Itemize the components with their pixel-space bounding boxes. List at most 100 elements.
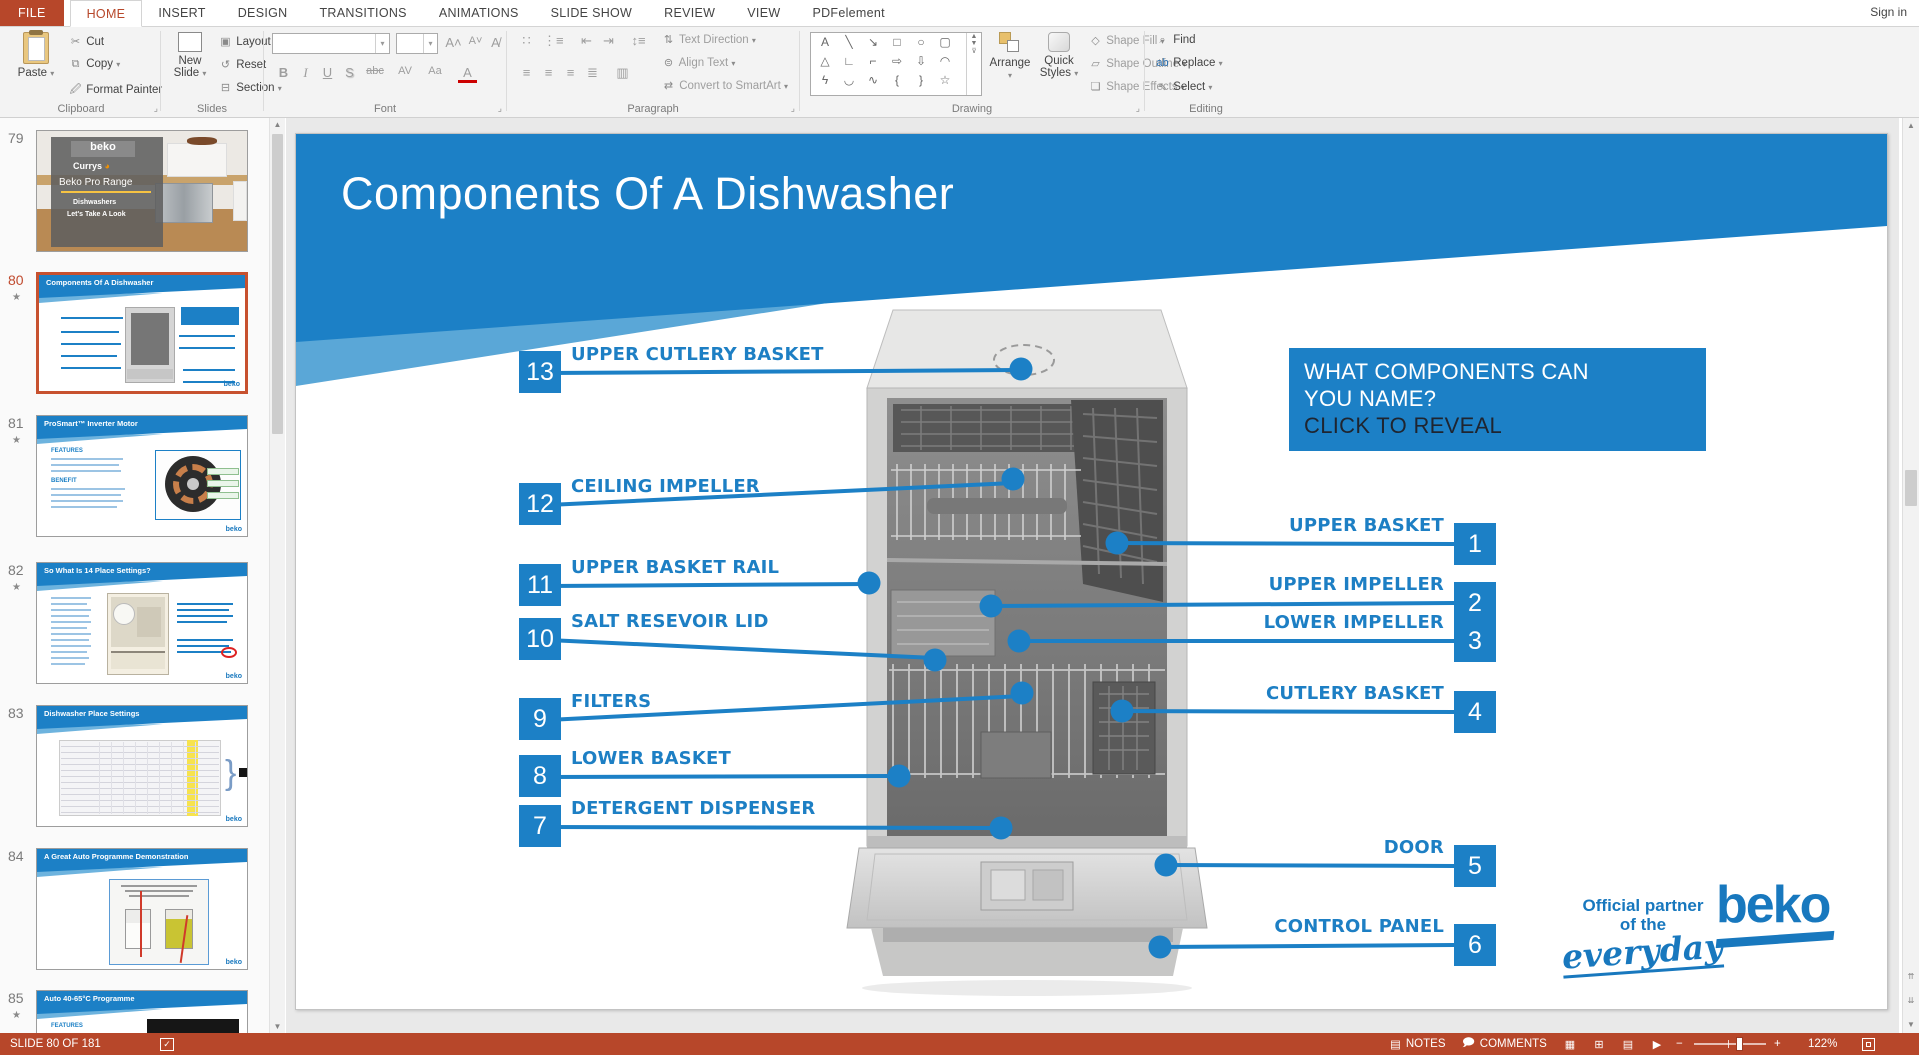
font-name-dropdown-icon[interactable]: ▾	[375, 34, 389, 53]
shapes-gallery[interactable]: A╲↘□○▢△∟⌐⇨⇩◠ϟ◡∿{}☆ ▲▼⊽	[810, 32, 982, 96]
reading-view-button[interactable]: ▤	[1616, 1038, 1640, 1051]
tab-slide-show[interactable]: SLIDE SHOW	[535, 0, 649, 26]
shape-option-11[interactable]: ◠	[933, 52, 957, 71]
find-button[interactable]: ⌕ Find	[1155, 34, 1196, 47]
callout-label-control-panel[interactable]: CONTROL PANEL	[994, 916, 1444, 937]
shape-option-0[interactable]: A	[813, 33, 837, 52]
shape-option-13[interactable]: ◡	[837, 71, 861, 90]
quick-styles-button[interactable]: Quick Styles ▾	[1036, 32, 1082, 79]
change-case-button[interactable]: Aa	[422, 65, 448, 77]
sign-in-link[interactable]: Sign in	[1870, 5, 1907, 19]
zoom-slider-handle[interactable]	[1736, 1037, 1743, 1051]
panel-scroll-up-icon[interactable]: ▲	[270, 120, 285, 129]
shape-option-8[interactable]: ⌐	[861, 52, 885, 71]
slide-thumbnail-85[interactable]: Auto 40-65°C Programme bekoFEATURES	[36, 990, 248, 1033]
select-button[interactable]: ⇖ Select ▾	[1155, 80, 1212, 93]
callout-number-10[interactable]: 10	[519, 618, 561, 660]
shape-option-9[interactable]: ⇨	[885, 52, 909, 71]
spell-check-button[interactable]: ✓	[160, 1033, 174, 1055]
callout-number-4[interactable]: 4	[1454, 691, 1496, 733]
font-color-button[interactable]: A	[458, 65, 477, 83]
shape-option-6[interactable]: △	[813, 52, 837, 71]
text-direction-button[interactable]: ⇅ Text Direction ▾	[661, 33, 756, 46]
callout-label-filters[interactable]: FILTERS	[571, 691, 651, 712]
callout-number-5[interactable]: 5	[1454, 845, 1496, 887]
tab-view[interactable]: VIEW	[731, 0, 796, 26]
increase-indent-button[interactable]: ⇥	[599, 33, 618, 49]
underline-button[interactable]: U	[318, 65, 337, 80]
font-size-dropdown-icon[interactable]: ▾	[423, 34, 437, 53]
italic-button[interactable]: I	[296, 65, 315, 81]
tab-file[interactable]: FILE	[0, 0, 64, 26]
zoom-in-button[interactable]: +	[1774, 1033, 1781, 1055]
slide-thumbnail-82[interactable]: So What Is 14 Place Settings? beko	[36, 562, 248, 684]
zoom-slider[interactable]	[1694, 1033, 1766, 1055]
shape-option-3[interactable]: □	[885, 33, 909, 52]
reset-button[interactable]: ↺ Reset	[218, 58, 266, 71]
columns-button[interactable]: ▥	[613, 65, 632, 81]
slide-canvas[interactable]: Components Of A Dishwasher WHAT COMPONEN…	[295, 133, 1888, 1010]
callout-label-door[interactable]: DOOR	[994, 837, 1444, 858]
shape-option-10[interactable]: ⇩	[909, 52, 933, 71]
slide-thumbnail-80[interactable]: Components Of A Dishwasher beko	[36, 272, 248, 394]
tab-design[interactable]: DESIGN	[222, 0, 304, 26]
shrink-font-button[interactable]: A˅	[466, 35, 485, 47]
callout-number-13[interactable]: 13	[519, 351, 561, 393]
slideshow-button[interactable]: ▶	[1645, 1038, 1669, 1051]
callout-label-lower-basket[interactable]: LOWER BASKET	[571, 748, 731, 769]
callout-number-11[interactable]: 11	[519, 564, 561, 606]
callout-label-cutlery-basket[interactable]: CUTLERY BASKET	[994, 683, 1444, 704]
shape-option-2[interactable]: ↘	[861, 33, 885, 52]
shape-option-17[interactable]: ☆	[933, 71, 957, 90]
notes-button[interactable]: ▤ NOTES	[1390, 1033, 1446, 1055]
justify-button[interactable]: ≣	[583, 65, 602, 81]
font-dialog-launcher[interactable]: ⌟	[498, 103, 502, 114]
shape-option-7[interactable]: ∟	[837, 52, 861, 71]
tab-home[interactable]: HOME	[70, 0, 143, 27]
arrange-button[interactable]: Arrange ▾	[986, 32, 1034, 81]
convert-smartart-button[interactable]: ⇄ Convert to SmartArt ▾	[661, 79, 788, 92]
scroll-down-icon[interactable]: ▼	[1903, 1020, 1919, 1029]
callout-number-1[interactable]: 1	[1454, 523, 1496, 565]
callout-label-ceiling-impeller[interactable]: CEILING IMPELLER	[571, 476, 760, 497]
zoom-out-button[interactable]: −	[1676, 1033, 1683, 1055]
font-size-combobox[interactable]: ▾	[396, 33, 438, 54]
callout-label-lower-impeller[interactable]: LOWER IMPELLER	[994, 612, 1444, 633]
replace-button[interactable]: ab Replace ▾	[1155, 57, 1223, 69]
comments-button[interactable]: 🗩 COMMENTS	[1462, 1033, 1547, 1055]
paste-button[interactable]: Paste ▾	[10, 32, 62, 79]
decrease-indent-button[interactable]: ⇤	[577, 33, 596, 49]
slide-sorter-view-button[interactable]: ⊞	[1587, 1038, 1611, 1051]
fit-to-window-button[interactable]	[1862, 1033, 1875, 1055]
callout-label-salt-resevoir-lid[interactable]: SALT RESEVOIR LID	[571, 611, 769, 632]
bullets-button[interactable]: ∷	[517, 33, 536, 49]
tab-animations[interactable]: ANIMATIONS	[423, 0, 535, 26]
tab-pdfelement[interactable]: PDFelement	[796, 0, 900, 26]
callout-label-detergent-dispenser[interactable]: DETERGENT DISPENSER	[571, 798, 815, 819]
format-painter-button[interactable]: 🖉 Format Painter	[68, 81, 162, 100]
character-spacing-button[interactable]: AV	[392, 65, 418, 77]
normal-view-button[interactable]: ▦	[1558, 1038, 1582, 1051]
strikethrough-button[interactable]: abc	[362, 65, 388, 77]
new-slide-button[interactable]: New Slide ▾	[164, 32, 216, 79]
tab-review[interactable]: REVIEW	[648, 0, 731, 26]
slide-thumbnail-83[interactable]: Dishwasher Place Settings beko }	[36, 705, 248, 827]
panel-scrollbar-thumb[interactable]	[272, 134, 283, 434]
align-right-button[interactable]: ≡	[561, 65, 580, 80]
align-center-button[interactable]: ≡	[539, 65, 558, 80]
shape-option-5[interactable]: ▢	[933, 33, 957, 52]
callout-label-upper-basket-rail[interactable]: UPPER BASKET RAIL	[571, 557, 779, 578]
line-spacing-button[interactable]: ↕≡	[629, 33, 648, 48]
shape-option-12[interactable]: ϟ	[813, 71, 837, 90]
shape-option-14[interactable]: ∿	[861, 71, 885, 90]
zoom-percentage-button[interactable]: 122%	[1808, 1033, 1837, 1055]
main-scrollbar[interactable]: ▲ ⇈ ⇊ ▼	[1902, 118, 1919, 1033]
callout-number-3[interactable]: 3	[1454, 620, 1496, 662]
next-slide-button[interactable]: ⇊	[1903, 996, 1919, 1005]
callout-label-upper-cutlery-basket[interactable]: UPPER CUTLERY BASKET	[571, 344, 824, 365]
slide-thumbnail-81[interactable]: ProSmart™ Inverter Motor bekoFEATURESBEN…	[36, 415, 248, 537]
slide-thumbnail-79[interactable]: beko Currys ◕ Beko Pro Range Dishwashers…	[36, 130, 248, 252]
shape-option-16[interactable]: }	[909, 71, 933, 90]
callout-number-7[interactable]: 7	[519, 805, 561, 847]
paragraph-dialog-launcher[interactable]: ⌟	[791, 103, 795, 114]
